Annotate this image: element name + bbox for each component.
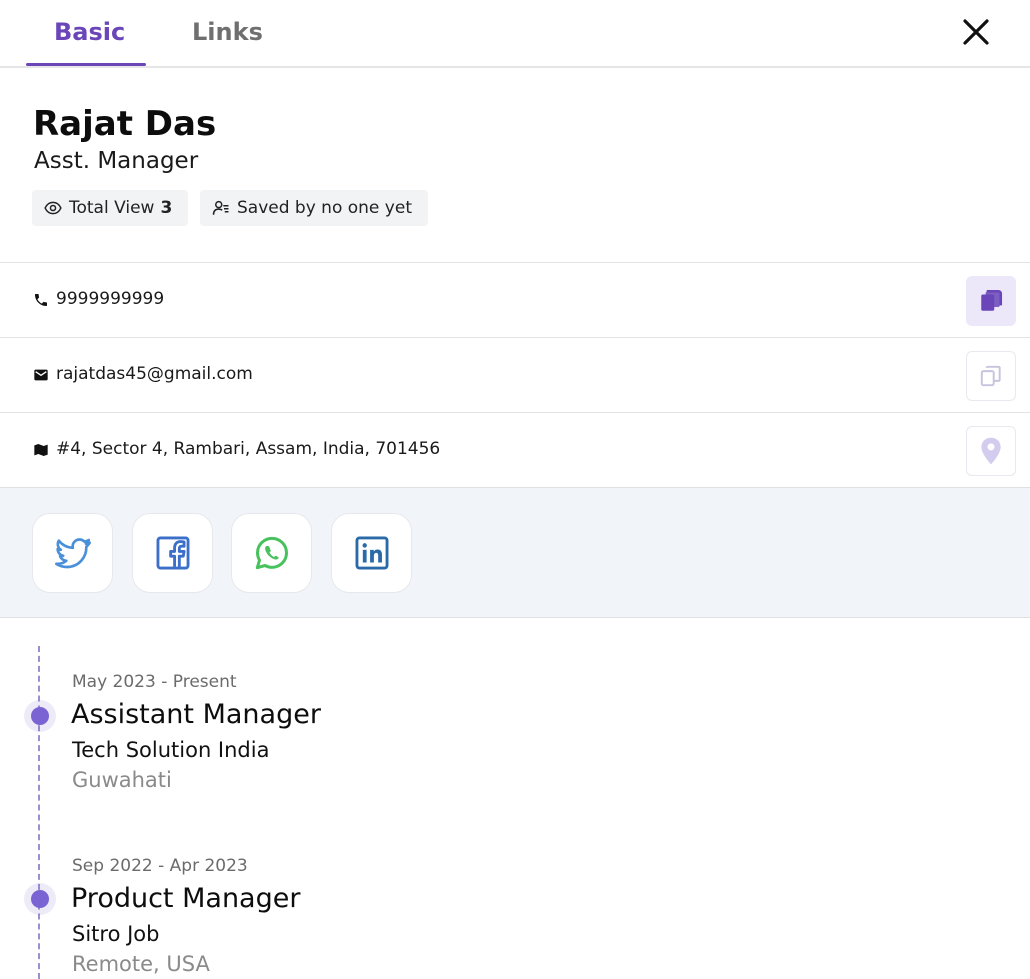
twitter-icon [54,538,91,569]
whatsapp-button[interactable] [231,513,312,593]
total-view-badge: Total View 3 [32,190,188,226]
linkedin-button[interactable] [331,513,412,593]
copy-email-button[interactable] [966,351,1016,401]
timeline-dot [31,890,49,908]
profile-name: Rajat Das [33,104,217,144]
experience-date: Sep 2022 - Apr 2023 [72,856,248,876]
twitter-button[interactable] [32,513,113,593]
tab-links[interactable]: Links [192,18,263,46]
experience-date: May 2023 - Present [72,672,237,692]
email-address: rajatdas45@gmail.com [56,364,253,384]
experience-location: Remote, USA [72,952,210,976]
facebook-icon [156,536,189,570]
total-view-label: Total View [69,198,155,218]
experience-location: Guwahati [72,768,172,792]
location-pin-icon [981,437,1001,465]
timeline-dot [31,707,49,725]
saved-by-label: Saved by no one yet [237,198,412,218]
copy-icon [981,289,1003,311]
contact-row-email: rajatdas45@gmail.com [0,337,1030,412]
experience-company: Tech Solution India [72,738,270,762]
copy-phone-button[interactable] [966,276,1016,326]
linkedin-icon [355,536,388,570]
copy-icon [980,365,1001,387]
close-button[interactable] [958,14,994,50]
mail-icon [34,369,48,381]
experience-title: Assistant Manager [71,699,321,730]
close-icon [963,19,989,45]
user-list-icon [212,200,229,215]
contact-row-address: #4, Sector 4, Rambari, Assam, India, 701… [0,412,1030,487]
whatsapp-icon [255,536,288,570]
social-links-bar [0,487,1030,618]
open-map-button[interactable] [966,426,1016,476]
eye-icon [44,201,62,215]
phone-number: 9999999999 [56,289,165,309]
experience-company: Sitro Job [72,922,160,946]
total-view-count: 3 [160,198,173,218]
contact-row-phone: 9999999999 [0,262,1030,337]
tab-bar: Basic Links [0,0,1030,68]
saved-by-badge: Saved by no one yet [200,190,428,226]
address-text: #4, Sector 4, Rambari, Assam, India, 701… [56,439,441,459]
experience-timeline-line [38,646,40,979]
active-tab-indicator [26,63,146,66]
phone-icon [35,294,47,306]
facebook-button[interactable] [132,513,213,593]
experience-title: Product Manager [71,883,301,914]
tab-basic[interactable]: Basic [54,18,125,46]
map-icon [34,444,48,456]
profile-role: Asst. Manager [34,148,199,174]
